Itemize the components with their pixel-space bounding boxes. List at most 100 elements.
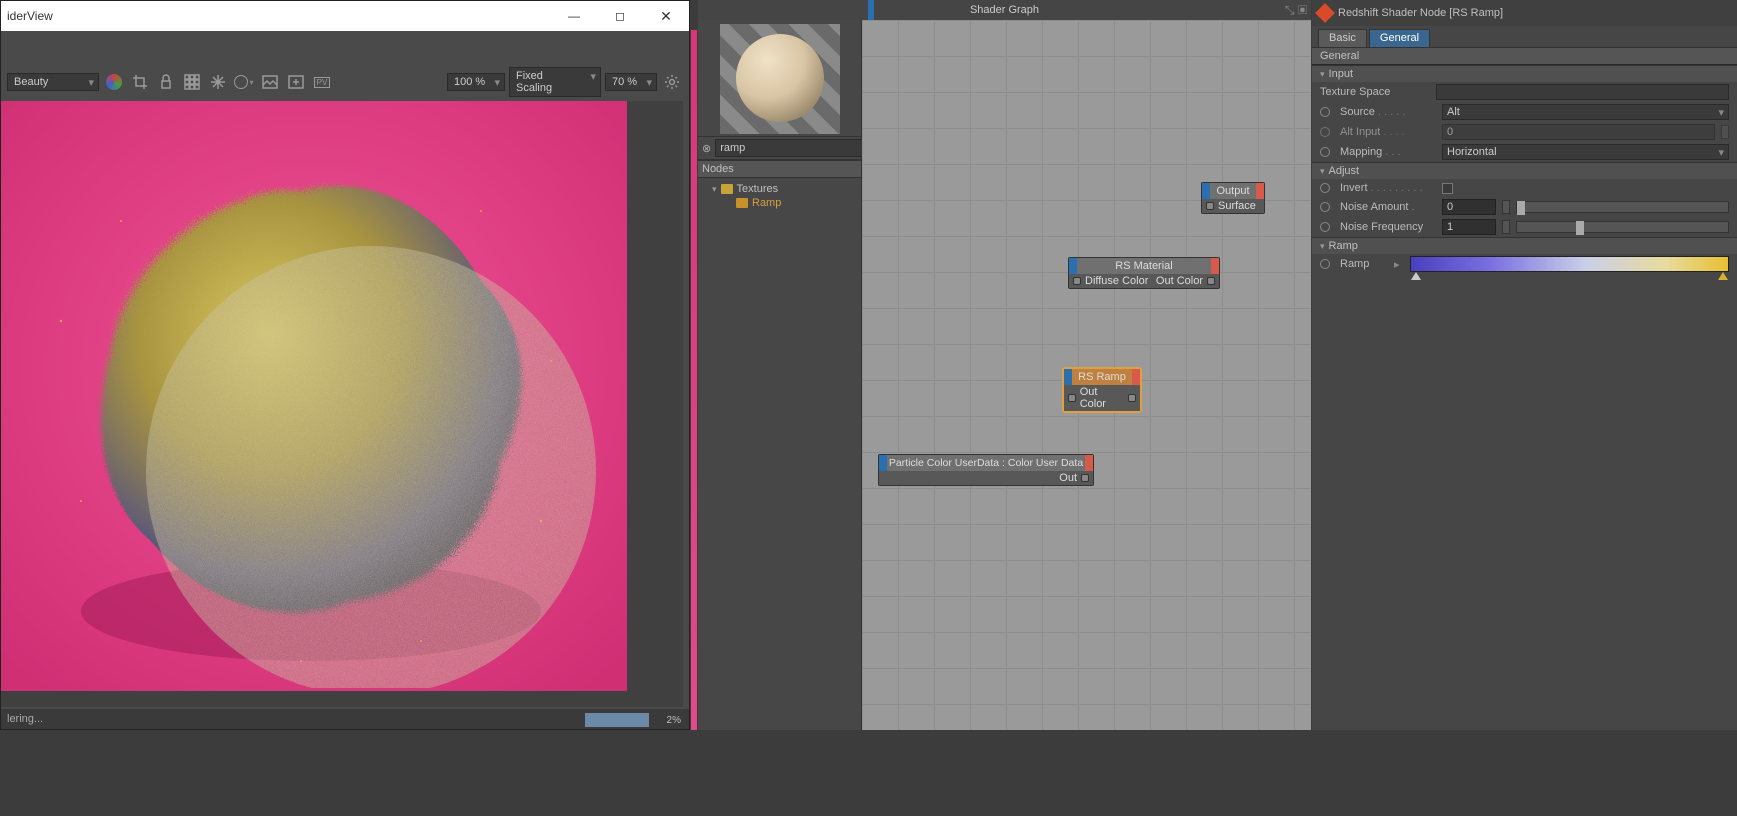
folder-icon <box>721 184 733 194</box>
picture-icon[interactable] <box>259 71 281 93</box>
node-search-input[interactable] <box>715 139 867 157</box>
group-adjust[interactable]: ▾Adjust <box>1312 162 1737 179</box>
input-port[interactable] <box>1068 394 1076 402</box>
renderview-titlebar: iderView — ◻ ✕ <box>1 1 689 31</box>
noise-amount-slider[interactable] <box>1516 201 1729 213</box>
renderview-window: iderView — ◻ ✕ Beauty ▾ PV 100 % Fixed S… <box>0 0 690 730</box>
group-input[interactable]: ▾Input <box>1312 65 1737 82</box>
radio-icon[interactable] <box>1320 202 1330 212</box>
radio-icon[interactable] <box>1320 183 1330 193</box>
material-preview[interactable] <box>720 24 840 134</box>
expand-ramp-icon[interactable]: ▸ <box>1394 258 1400 271</box>
field-label: Noise Frequency <box>1340 221 1436 233</box>
scale-percent-select[interactable]: 70 % <box>605 73 657 91</box>
window-minimize-button[interactable]: — <box>551 1 597 31</box>
ramp-stop-end[interactable] <box>1718 272 1728 280</box>
row-source: Source . . . . . Alt <box>1312 102 1737 122</box>
scaling-mode-select[interactable]: Fixed Scaling <box>509 67 601 97</box>
snowflake-icon[interactable] <box>207 71 229 93</box>
aov-value: Beauty <box>14 76 48 88</box>
tab-general[interactable]: General <box>1369 29 1430 47</box>
alt-input-field[interactable] <box>1442 124 1715 140</box>
crop-icon[interactable] <box>129 71 151 93</box>
spinner-icon[interactable] <box>1502 220 1510 234</box>
spinner-icon[interactable] <box>1721 125 1729 139</box>
port-label: Diffuse Color <box>1085 275 1148 287</box>
node-color-userdata[interactable]: Particle Color UserData : Color User Dat… <box>878 454 1094 486</box>
nodes-header: Nodes <box>698 160 861 178</box>
radio-icon[interactable] <box>1320 222 1330 232</box>
texture-space-input[interactable] <box>1436 84 1729 100</box>
grid-icon[interactable] <box>181 71 203 93</box>
shadergraph-panel: Shader Graph ⤡ ▣ ⊗ Nodes ▾ Textures Ramp <box>698 0 1311 730</box>
attribute-panel: Redshift Shader Node [RS Ramp] Basic Gen… <box>1312 0 1737 730</box>
mapping-select[interactable]: Horizontal <box>1442 144 1729 160</box>
radio-icon[interactable] <box>1320 259 1330 269</box>
invert-checkbox[interactable] <box>1442 183 1453 194</box>
shadergraph-titlebar: Shader Graph ⤡ ▣ <box>698 0 1311 20</box>
shadergraph-canvas[interactable]: Output Surface RS Material Diffuse Color… <box>862 20 1311 730</box>
lock-icon[interactable] <box>155 71 177 93</box>
row-invert: Invert . . . . . . . . . <box>1312 179 1737 197</box>
field-label: Ramp <box>1340 258 1388 270</box>
source-select[interactable]: Alt <box>1442 104 1729 120</box>
window-maximize-button[interactable]: ◻ <box>597 1 643 31</box>
ramp-gradient-widget[interactable] <box>1410 256 1729 272</box>
radio-icon[interactable] <box>1320 127 1330 137</box>
attribute-title-text: Redshift Shader Node [RS Ramp] <box>1338 7 1503 19</box>
node-title: Output <box>1210 183 1256 199</box>
render-progress-pct: 2% <box>667 715 681 726</box>
attribute-titlebar: Redshift Shader Node [RS Ramp] <box>1312 0 1737 26</box>
disclosure-triangle-icon[interactable]: ▾ <box>712 184 717 195</box>
tree-item-ramp[interactable]: Ramp <box>702 196 857 210</box>
input-port[interactable] <box>1073 277 1081 285</box>
noise-frequency-input[interactable] <box>1442 219 1496 235</box>
ramp-stop-start[interactable] <box>1411 272 1421 280</box>
node-title: RS Ramp <box>1072 369 1132 385</box>
shadergraph-title: Shader Graph <box>970 4 1039 16</box>
input-port[interactable] <box>1206 202 1214 210</box>
group-label: Adjust <box>1329 165 1360 177</box>
output-port[interactable] <box>1207 277 1215 285</box>
output-port[interactable] <box>1081 474 1089 482</box>
group-label: Ramp <box>1329 240 1358 252</box>
node-title: RS Material <box>1077 258 1211 274</box>
scaling-mode-value: Fixed Scaling <box>516 70 552 94</box>
accent-strip <box>868 0 874 20</box>
row-alt-input: Alt Input . . . . <box>1312 122 1737 142</box>
gear-icon[interactable] <box>661 71 683 93</box>
renderview-title: iderView <box>1 9 551 23</box>
zoom-select[interactable]: 100 % <box>447 73 505 91</box>
output-port[interactable] <box>1128 394 1136 402</box>
row-texture-space: Texture Space <box>1312 82 1737 102</box>
attribute-tabs: Basic General <box>1312 26 1737 47</box>
noise-amount-input[interactable] <box>1442 199 1496 215</box>
field-label: Noise Amount . <box>1340 201 1436 213</box>
node-output[interactable]: Output Surface <box>1201 182 1265 214</box>
radio-icon[interactable] <box>1320 107 1330 117</box>
noise-frequency-slider[interactable] <box>1516 221 1729 233</box>
circle-tool-icon[interactable]: ▾ <box>233 71 255 93</box>
row-noise-amount: Noise Amount . <box>1312 197 1737 217</box>
pink-edge-strip <box>691 30 697 730</box>
redshift-logo-icon <box>1315 3 1335 23</box>
node-rs-material[interactable]: RS Material Diffuse Color Out Color <box>1068 257 1220 289</box>
pv-icon[interactable]: PV <box>311 71 333 93</box>
add-snapshot-icon[interactable] <box>285 71 307 93</box>
rgb-icon[interactable] <box>103 71 125 93</box>
tree-item-textures[interactable]: ▾ Textures <box>702 182 857 196</box>
radio-icon[interactable] <box>1320 147 1330 157</box>
panel-handle-icons[interactable]: ⤡ ▣ <box>1285 3 1307 18</box>
window-close-button[interactable]: ✕ <box>643 1 689 31</box>
aov-select[interactable]: Beauty <box>7 73 99 91</box>
node-tree: ▾ Textures Ramp <box>698 178 861 214</box>
port-label: Out Color <box>1156 275 1203 287</box>
tab-basic[interactable]: Basic <box>1318 29 1367 47</box>
clear-search-icon[interactable]: ⊗ <box>702 142 711 155</box>
spinner-icon[interactable] <box>1502 200 1510 214</box>
group-ramp[interactable]: ▾Ramp <box>1312 237 1737 254</box>
field-label: Alt Input . . . . <box>1340 126 1436 138</box>
node-rs-ramp[interactable]: RS Ramp Out Color <box>1063 368 1141 412</box>
row-noise-frequency: Noise Frequency <box>1312 217 1737 237</box>
render-canvas[interactable] <box>1 101 683 707</box>
